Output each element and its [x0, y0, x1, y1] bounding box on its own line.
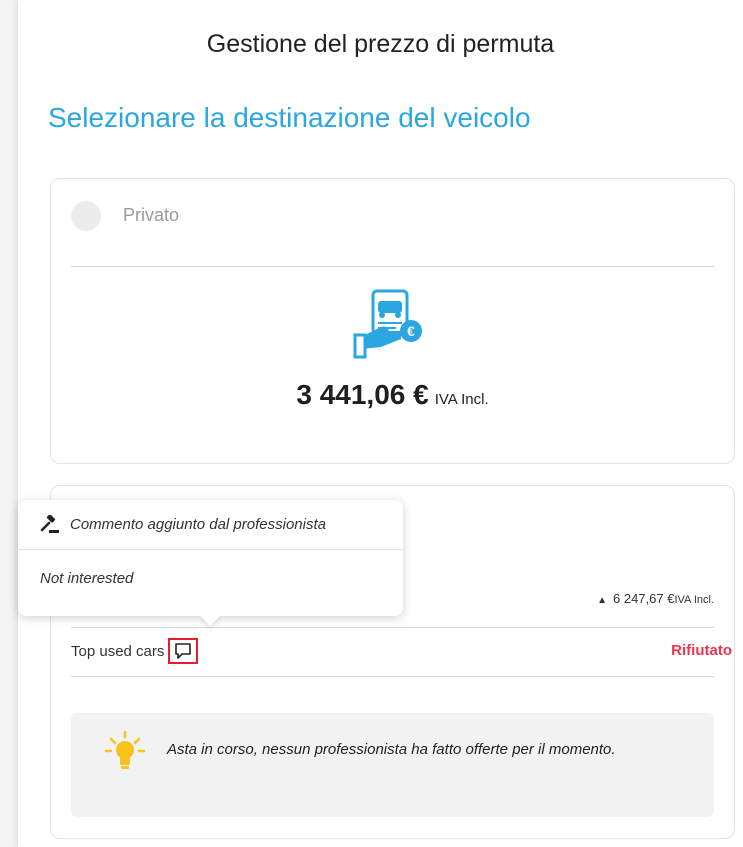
auction-info-text: Asta in corso, nessun professionista ha …: [167, 741, 616, 758]
auction-info-box: Asta in corso, nessun professionista ha …: [71, 713, 714, 817]
private-radio[interactable]: [71, 201, 101, 231]
divider: [71, 266, 714, 267]
triangle-up-icon: ▲: [597, 595, 607, 606]
divider: [71, 676, 714, 677]
lightbulb-icon: [105, 731, 145, 769]
page-title: Gestione del prezzo di permuta: [206, 30, 555, 58]
private-price-value: 3 441,06 €: [296, 379, 429, 410]
trade-in-price-panel: Gestione del prezzo di permuta Seleziona…: [18, 0, 743, 847]
private-vat-label: IVA Incl.: [434, 391, 489, 408]
section-title: Selezionare la destinazione del veicolo: [48, 102, 531, 133]
bidder-row: Top used cars: [71, 638, 199, 664]
private-price: 3 441,06 € IVA Incl.: [51, 379, 734, 411]
private-destination-card[interactable]: Privato € 3 441,06 € IVA Incl.: [50, 178, 735, 464]
best-offer-value: 6 247,67 €: [613, 591, 675, 606]
tooltip-header: Commento aggiunto dal professionista: [18, 500, 403, 550]
private-radio-label[interactable]: Privato: [123, 205, 179, 226]
comment-icon: [175, 643, 192, 659]
best-offer-price: ▲ 6 247,67 €IVA Incl.: [597, 591, 714, 606]
bidder-name: Top used cars: [71, 642, 165, 660]
comment-button[interactable]: [168, 638, 199, 664]
car-document-euro-icon: €: [353, 289, 422, 359]
tooltip-title: Commento aggiunto dal professionista: [70, 516, 326, 533]
gavel-icon: [40, 514, 59, 533]
bidder-status-badge: Rifiutato: [671, 642, 732, 659]
tooltip-comment: Not interested: [40, 570, 134, 587]
best-offer-vat-label: IVA Incl.: [674, 594, 714, 606]
svg-text:€: €: [407, 323, 415, 339]
divider: [71, 627, 714, 628]
comment-tooltip: Commento aggiunto dal professionista Not…: [18, 500, 403, 626]
